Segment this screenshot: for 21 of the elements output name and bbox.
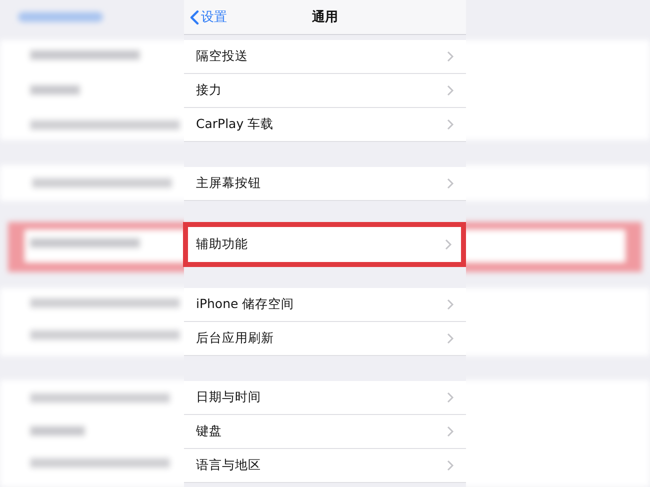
settings-row[interactable]: iPhone 储存空间 [184, 288, 466, 322]
chevron-icon [447, 460, 454, 471]
chevron-icon [447, 119, 454, 130]
chevron-icon [447, 392, 454, 403]
chevron-icon [447, 299, 454, 310]
settings-row[interactable]: CarPlay 车载 [184, 108, 466, 142]
back-button[interactable]: 设置 [190, 8, 227, 26]
settings-row[interactable]: 语言与地区 [184, 449, 466, 483]
screen-title: 通用 [312, 9, 338, 26]
chevron-icon [445, 238, 452, 250]
chevron-icon [447, 178, 454, 189]
chevron-icon [447, 51, 454, 62]
settings-row[interactable]: 隔空投送 [184, 40, 466, 74]
settings-row[interactable]: 日期与时间 [184, 381, 466, 415]
settings-row[interactable]: 接力 [184, 74, 466, 108]
settings-row[interactable]: 键盘 [184, 415, 466, 449]
chevron-icon [447, 333, 454, 344]
chevron-icon [447, 85, 454, 96]
chevron-icon [447, 426, 454, 437]
settings-row[interactable]: 后台应用刷新 [184, 322, 466, 356]
back-chevron-icon [190, 10, 199, 24]
